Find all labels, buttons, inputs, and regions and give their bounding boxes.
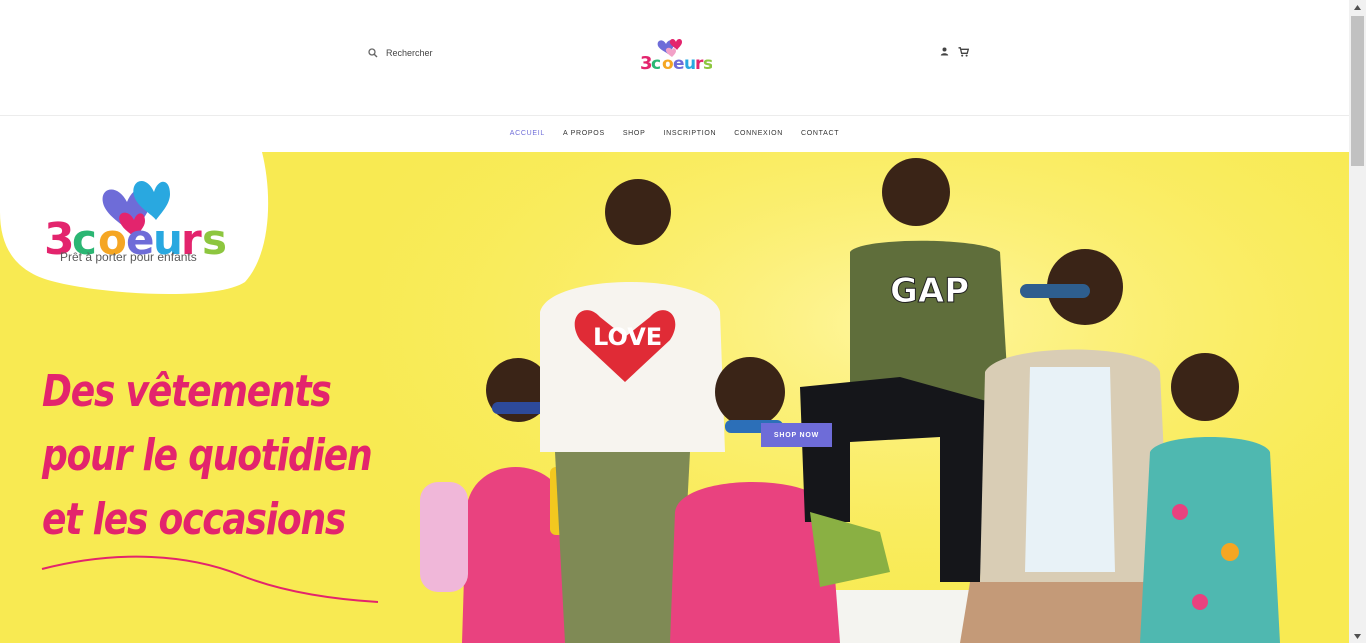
scroll-down-icon[interactable]	[1349, 629, 1366, 643]
jacket-gap-text: GAP	[890, 271, 969, 311]
nav-item-shop[interactable]: SHOP	[623, 130, 646, 137]
hero-photo: LOVE GAP	[380, 152, 1349, 643]
hero-headline: Des vêtements pour le quotidien et les o…	[42, 360, 373, 552]
search-input[interactable]: Rechercher	[368, 48, 433, 58]
scroll-up-icon[interactable]	[1349, 0, 1366, 14]
scrollbar-thumb[interactable]	[1351, 16, 1364, 166]
hero-banner: LOVE GAP 3 c o e u r s Prêt à porter pou…	[0, 152, 1349, 643]
svg-text:o: o	[662, 54, 674, 74]
nav-item-a-propos[interactable]: A PROPOS	[563, 130, 605, 137]
svg-text:e: e	[673, 54, 685, 74]
page: Rechercher 3 c o e u r s ACCUEIL A PROPO…	[0, 0, 1349, 643]
cart-icon[interactable]	[958, 47, 969, 57]
site-header: Rechercher 3 c o e u r s	[0, 0, 1349, 116]
nav-item-accueil[interactable]: ACCUEIL	[510, 130, 545, 137]
hero-logo: 3 c o e u r s	[44, 180, 227, 260]
headline-line: Des vêtements	[42, 366, 332, 417]
shop-now-button[interactable]: SHOP NOW	[761, 423, 832, 447]
header-icons	[940, 47, 969, 57]
nav-item-contact[interactable]: CONTACT	[801, 130, 839, 137]
nav-item-inscription[interactable]: INSCRIPTION	[663, 130, 716, 137]
headline-swoosh	[41, 555, 379, 603]
hero-tagline: Prêt à porter pour enfants	[60, 250, 197, 264]
user-icon[interactable]	[940, 47, 949, 57]
main-nav: ACCUEIL A PROPOS SHOP INSCRIPTION CONNEX…	[0, 116, 1349, 151]
search-icon	[368, 48, 378, 58]
svg-text:s: s	[703, 54, 712, 74]
search-placeholder: Rechercher	[386, 48, 433, 58]
headline-line: pour le quotidien	[42, 430, 373, 481]
svg-text:s: s	[202, 215, 227, 260]
nav-item-connexion[interactable]: CONNEXION	[734, 130, 783, 137]
svg-text:c: c	[651, 54, 661, 74]
brand-logo[interactable]: 3 c o e u r s	[636, 36, 712, 78]
shirt-love-text: LOVE	[593, 323, 662, 351]
scrollbar[interactable]	[1349, 0, 1366, 643]
headline-line: et les occasions	[42, 494, 346, 545]
